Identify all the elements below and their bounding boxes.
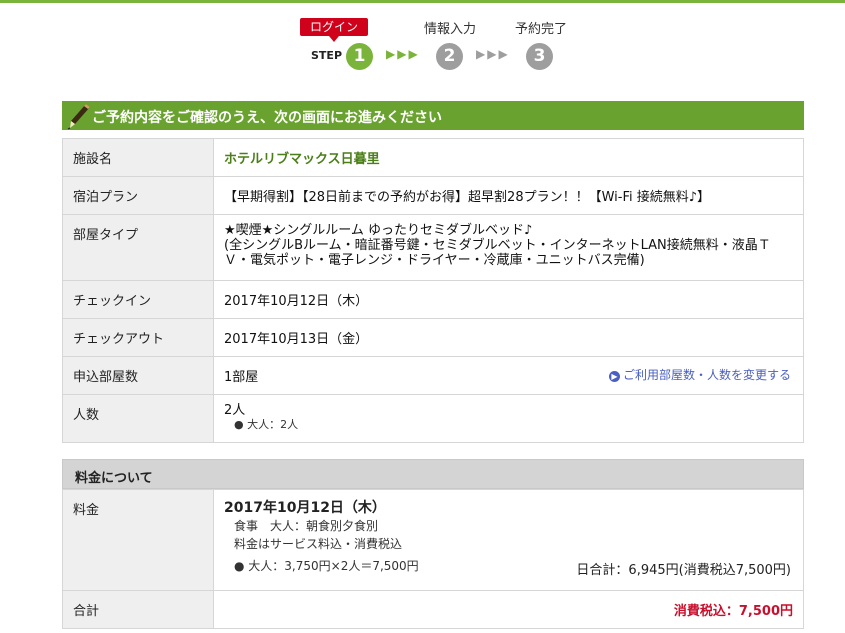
room-type-description: (全シングルBルーム・暗証番号鍵・セミダブルベット・インターネットLAN接続無料… [224,238,771,268]
facility-name: ホテルリブマックス日暮里 [224,152,380,167]
tax-note: 料金はサービス料込・消費税込 [234,537,403,551]
facility-label: 施設名 [62,138,214,177]
checkin-label: チェックイン [62,280,214,319]
change-link-text: ご利用部屋数・人数を変更する [622,368,791,382]
confirm-section-title: ご予約内容をご確認のうえ、次の画面にお進みください [92,110,442,126]
room-type-label: 部屋タイプ [62,214,214,281]
table-row: 合計 消費税込：7,500円 [62,590,804,629]
guests-detail: ● 大人：2人 [234,418,299,431]
plan-label: 宿泊プラン [62,176,214,215]
fee-table: 料金 2017年10月12日（木） 食事 大人：朝食別夕食別 料金はサービス料込… [62,489,804,629]
guests-value: 2人 [224,403,246,418]
step-word: STEP [311,49,343,62]
fee-date: 2017年10月12日（木） [224,500,386,516]
circle-arrow-right-icon: ▶ [608,371,620,382]
step-2-label: 情報入力 [424,22,477,37]
checkout-value: 2017年10月13日（金） [213,318,804,357]
login-badge: ログイン [300,18,368,42]
plan-value: 【早期得割】【28日前までの予約がお得】超早割28プラン！！【Wi-Fi 接続無… [213,176,804,215]
change-rooms-guests-link[interactable]: ▶ ご利用部屋数・人数を変更する [608,366,791,383]
daily-total: 日合計：6,945円(消費税込7,500円) [576,563,791,578]
table-row: 宿泊プラン 【早期得割】【28日前までの予約がお得】超早割28プラン！！【Wi-… [62,176,804,215]
table-row: 人数 2人 ● 大人：2人 [62,394,804,443]
rooms-count-label: 申込部屋数 [62,356,214,395]
table-row: 料金 2017年10月12日（木） 食事 大人：朝食別夕食別 料金はサービス料込… [62,489,804,591]
table-row: チェックイン 2017年10月12日（木） [62,280,804,319]
step-arrows-2: ▶▶▶ [476,47,510,61]
step-1-circle: 1 [346,43,373,70]
step-indicator: ログイン STEP 1 ▶▶▶ 情報入力 2 ▶▶▶ 予約完了 3 [0,0,845,80]
table-row: 申込部屋数 1部屋 ▶ ご利用部屋数・人数を変更する [62,356,804,395]
pen-icon [67,104,90,130]
checkout-label: チェックアウト [62,318,214,357]
step-arrows-1: ▶▶▶ [386,47,420,61]
table-row: 部屋タイプ ★喫煙★シングルルーム ゆったりセミダブルベッド♪ (全シングルBル… [62,214,804,281]
table-row: チェックアウト 2017年10月13日（金） [62,318,804,357]
rooms-count-value: 1部屋 [224,370,259,385]
total-label: 合計 [62,590,214,629]
checkin-value: 2017年10月12日（木） [213,280,804,319]
guests-label: 人数 [62,394,214,443]
meal-info: 食事 大人：朝食別夕食別 [234,519,379,533]
step-2-circle: 2 [436,43,463,70]
reservation-details-table: 施設名 ホテルリブマックス日暮里 宿泊プラン 【早期得割】【28日前までの予約が… [62,138,804,443]
fee-section-header: 料金について [62,459,804,489]
room-type-name: ★喫煙★シングルルーム ゆったりセミダブルベッド♪ [224,223,533,238]
step-3-label: 予約完了 [515,22,568,37]
price-label: 料金 [62,489,214,591]
table-row: 施設名 ホテルリブマックス日暮里 [62,138,804,177]
step-3-circle: 3 [526,43,553,70]
total-value: 消費税込：7,500円 [213,590,804,629]
fee-section-title: 料金について [75,471,153,486]
confirm-section-header: ご予約内容をご確認のうえ、次の画面にお進みください [62,101,804,130]
